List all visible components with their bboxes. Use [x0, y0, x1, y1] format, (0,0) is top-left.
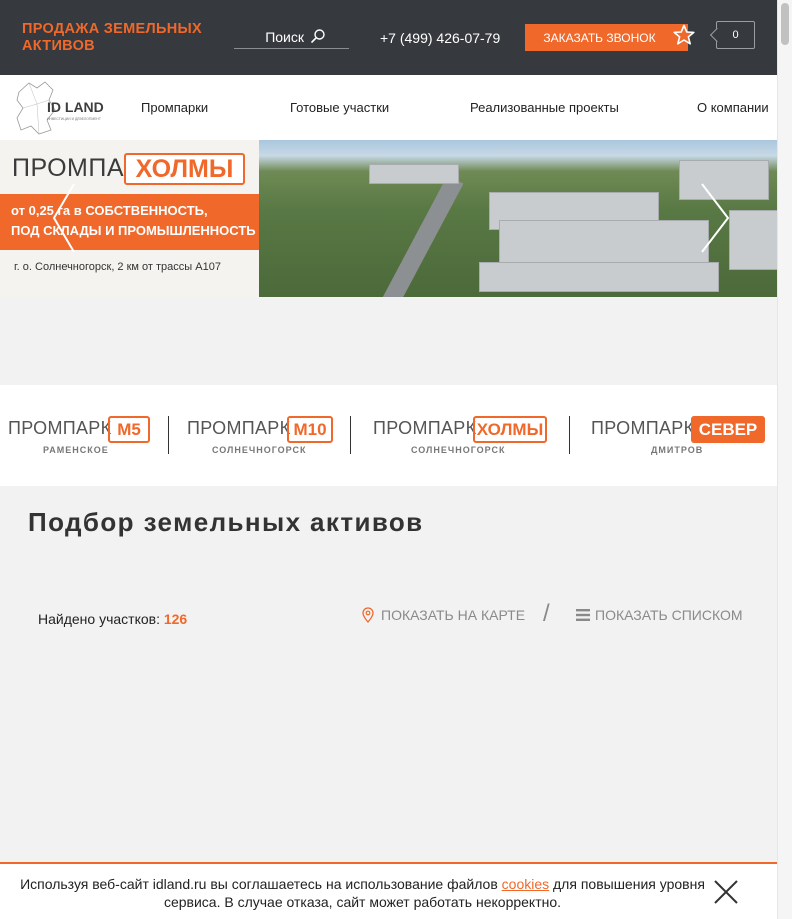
park-badge: М10 — [287, 416, 333, 443]
chevron-right-icon[interactable] — [700, 182, 732, 254]
show-on-map-button[interactable]: ПОКАЗАТЬ НА КАРТЕ — [361, 607, 525, 623]
nav-item-completed-projects[interactable]: Реализованные проекты — [470, 100, 619, 115]
nav-item-about[interactable]: О компании — [697, 100, 769, 115]
show-on-map-label: ПОКАЗАТЬ НА КАРТЕ — [381, 607, 526, 623]
map-pin-icon — [362, 607, 374, 623]
park-badge: ХОЛМЫ — [473, 416, 547, 443]
close-icon[interactable] — [713, 879, 739, 905]
found-count: 126 — [163, 611, 188, 627]
callback-button[interactable]: ЗАКАЗАТЬ ЗВОНОК — [525, 24, 688, 51]
page: ПРОДАЖА ЗЕМЕЛЬНЫХ АКТИВОВ +7 (499) 426-0… — [0, 0, 792, 919]
cart-button[interactable]: 0 — [709, 21, 755, 50]
park-badge: М5 — [108, 416, 150, 443]
found-label: Найдено участков: — [38, 611, 160, 627]
page-scrollbar[interactable] — [777, 0, 792, 919]
chevron-left-icon[interactable] — [52, 182, 76, 254]
view-separator: / — [543, 600, 550, 627]
photo-road — [372, 175, 464, 297]
promo-badge: ХОЛМЫ — [124, 153, 245, 185]
top-bar: ПРОДАЖА ЗЕМЕЛЬНЫХ АКТИВОВ +7 (499) 426-0… — [0, 0, 777, 75]
photo-warehouse — [729, 210, 777, 270]
promo-offer: от 0,25 га в СОБСТВЕННОСТЬ, ПОД СКЛАДЫ И… — [0, 194, 259, 250]
cookie-text-before: Используя веб-сайт idland.ru вы соглашае… — [20, 876, 502, 892]
park-word: ПРОМПАРК — [8, 418, 112, 438]
park-word: ПРОМПАРК — [591, 418, 695, 438]
promo-line-2: ПОД СКЛАДЫ И ПРОМЫШЛЕННОСТЬ — [11, 223, 256, 238]
logo-subtext: ИНВЕСТИЦИИ И ДЕВЕЛОПМЕНТ — [47, 117, 101, 121]
brand-title[interactable]: ПРОДАЖА ЗЕМЕЛЬНЫХ АКТИВОВ — [22, 21, 202, 55]
star-icon[interactable] — [672, 23, 696, 47]
park-location: СОЛНЕЧНОГОРСК — [411, 445, 506, 455]
park-word: ПРОМПАРК — [187, 418, 291, 438]
park-m10[interactable]: ПРОМПАРК М10 СОЛНЕЧНОГОРСК — [187, 416, 335, 456]
park-divider — [350, 416, 351, 454]
park-holmy[interactable]: ПРОМПАРК ХОЛМЫ СОЛНЕЧНОГОРСК — [373, 416, 549, 456]
page-title: Подбор земельных активов — [28, 507, 424, 537]
search-box — [234, 24, 349, 49]
cookie-banner: Используя веб-сайт idland.ru вы соглашае… — [0, 862, 777, 919]
logo-text: ID LAND — [47, 99, 104, 115]
photo-warehouse — [479, 262, 719, 292]
park-m5[interactable]: ПРОМПАРК М5 РАМЕНСКОЕ — [8, 416, 150, 456]
park-word: ПРОМПАРК — [373, 418, 477, 438]
parks-strip: ПРОМПАРК М5 РАМЕНСКОЕ ПРОМПАРК М10 СОЛНЕ… — [0, 385, 777, 486]
park-location: ДМИТРОВ — [651, 445, 704, 455]
nav-item-prompark[interactable]: Промпарки — [141, 100, 208, 115]
id-land-logo[interactable]: ID LAND ИНВЕСТИЦИИ И ДЕВЕЛОПМЕНТ — [15, 80, 119, 136]
show-as-list-button[interactable]: ПОКАЗАТЬ СПИСКОМ — [576, 607, 743, 623]
search-icon[interactable] — [310, 28, 326, 44]
list-icon — [576, 609, 590, 621]
brand-line-1: ПРОДАЖА ЗЕМЕЛЬНЫХ — [22, 21, 202, 37]
park-location: СОЛНЕЧНОГОРСК — [212, 445, 307, 455]
park-divider — [168, 416, 169, 454]
plots-section: Подбор земельных активов Найдено участко… — [0, 486, 777, 919]
cookies-link[interactable]: cookies — [502, 876, 549, 892]
nav-item-ready-plots[interactable]: Готовые участки — [290, 100, 389, 115]
show-as-list-label: ПОКАЗАТЬ СПИСКОМ — [595, 607, 743, 623]
found-count-label: Найдено участков: 126 — [38, 611, 187, 627]
promo-location: г. о. Солнечногорск, 2 км от трассы А107 — [14, 261, 221, 273]
park-divider — [569, 416, 570, 454]
scrollbar-thumb[interactable] — [781, 3, 789, 45]
photo-warehouse — [369, 164, 459, 184]
cookie-text: Используя веб-сайт idland.ru вы соглашае… — [10, 875, 715, 911]
banner-spacer — [0, 297, 777, 385]
promo-line-1: от 0,25 га в СОБСТВЕННОСТЬ, — [11, 203, 208, 218]
banner-promo: ПРОМПАРК ХОЛМЫ от 0,25 га в СОБСТВЕННОСТ… — [0, 140, 259, 297]
main-nav: ID LAND ИНВЕСТИЦИИ И ДЕВЕЛОПМЕНТ Промпар… — [0, 75, 777, 140]
hero-banner[interactable]: ПРОМПАРК ХОЛМЫ от 0,25 га в СОБСТВЕННОСТ… — [0, 140, 777, 297]
park-badge: СЕВЕР — [691, 416, 765, 443]
brand-line-2: АКТИВОВ — [22, 38, 95, 54]
park-location: РАМЕНСКОЕ — [43, 445, 109, 455]
search-input[interactable] — [234, 26, 304, 48]
phone-link[interactable]: +7 (499) 426-07-79 — [380, 30, 500, 46]
park-sever[interactable]: ПРОМПАРК СЕВЕР ДМИТРОВ — [591, 416, 765, 456]
